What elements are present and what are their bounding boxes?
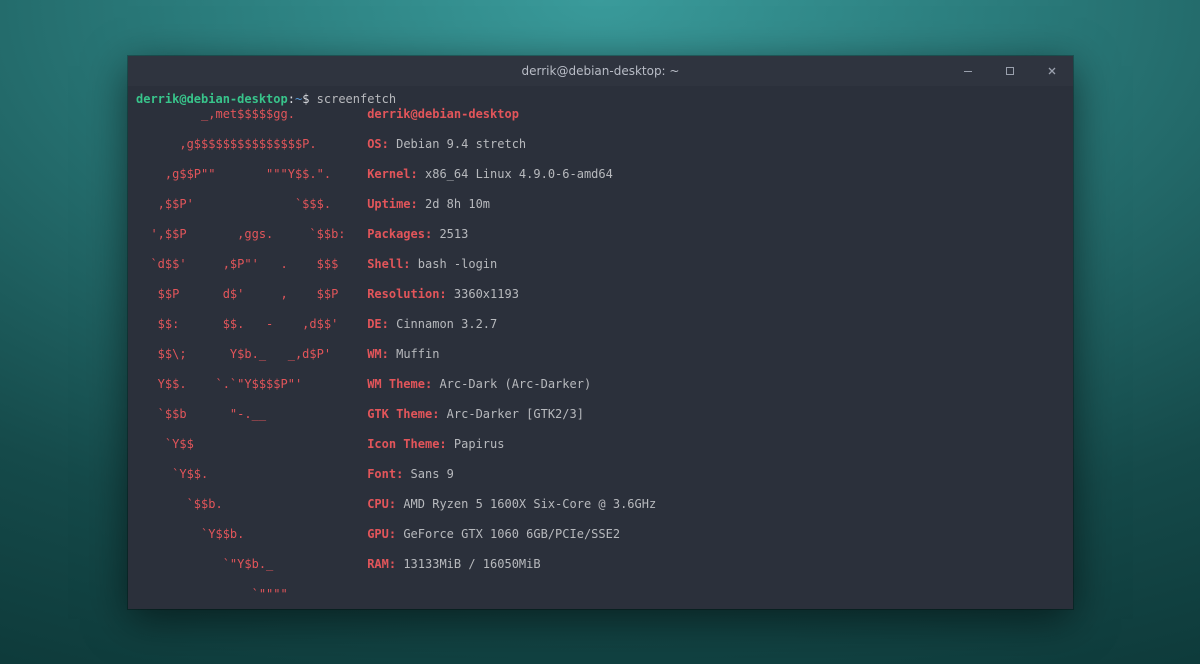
close-button[interactable] [1031,56,1073,86]
label-kernel: Kernel: [367,167,418,181]
titlebar[interactable]: derrik@debian-desktop: ~ [128,56,1073,86]
terminal-output[interactable]: derrik@debian-desktop:~$ screenfetch _,m… [128,86,1073,609]
ascii-art-line: `$$b. [136,497,367,512]
label-packages: Packages: [367,227,432,241]
ascii-art-line: `"Y$b._ [136,557,367,572]
info-at: @ [411,107,418,121]
value-wm: Muffin [396,347,439,361]
ascii-art-line: ',$$P ,ggs. `$$b: [136,227,367,242]
fetch-row-0: _,met$$$$$gg. derrik@debian-desktop [136,107,1065,122]
ascii-art-line: `Y$$b. [136,527,367,542]
fetch-row-11: `Y$$ Icon Theme: Papirus [136,437,1065,452]
ascii-art-line: $$P d$' , $$P [136,287,367,302]
value-kernel: x86_64 Linux 4.9.0-6-amd64 [425,167,613,181]
value-de: Cinnamon 3.2.7 [396,317,497,331]
fetch-row-8: $$\; Y$b._ _,d$P' WM: Muffin [136,347,1065,362]
fetch-row-3: ,$$P' `$$$. Uptime: 2d 8h 10m [136,197,1065,212]
value-font: Sans 9 [411,467,454,481]
value-icon-theme: Papirus [454,437,505,451]
value-gpu: GeForce GTX 1060 6GB/PCIe/SSE2 [403,527,620,541]
ascii-art-line: `Y$$. [136,467,367,482]
ascii-art-line: ,$$P' `$$$. [136,197,367,212]
fetch-row-14: `Y$$b. GPU: GeForce GTX 1060 6GB/PCIe/SS… [136,527,1065,542]
fetch-row-1: ,g$$$$$$$$$$$$$$$P. OS: Debian 9.4 stret… [136,137,1065,152]
fetch-row-10: `$$b "-.__ GTK Theme: Arc-Darker [GTK2/3… [136,407,1065,422]
ascii-art-line: `"""" [136,587,367,602]
command-text: screenfetch [317,92,396,106]
value-wm-theme: Arc-Dark (Arc-Darker) [439,377,591,391]
value-packages: 2513 [439,227,468,241]
fetch-row-9: Y$$. `.`"Y$$$$P"' WM Theme: Arc-Dark (Ar… [136,377,1065,392]
label-wm-theme: WM Theme: [367,377,432,391]
window-title: derrik@debian-desktop: ~ [128,64,1073,78]
fetch-row-5: `d$$' ,$P"' . $$$ Shell: bash -login [136,257,1065,272]
minimize-button[interactable] [947,56,989,86]
value-uptime: 2d 8h 10m [425,197,490,211]
minimize-icon [963,66,973,76]
ascii-art-line: $$\; Y$b._ _,d$P' [136,347,367,362]
fetch-row-16: `"""" [136,587,1065,602]
value-ram: 13133MiB / 16050MiB [403,557,540,571]
label-icon-theme: Icon Theme: [367,437,446,451]
ascii-art-line: $$: $$. - ,d$$' [136,317,367,332]
label-uptime: Uptime: [367,197,418,211]
label-font: Font: [367,467,403,481]
maximize-button[interactable] [989,56,1031,86]
value-shell: bash -login [418,257,497,271]
fetch-row-2: ,g$$P"" """Y$$.". Kernel: x86_64 Linux 4… [136,167,1065,182]
close-icon [1047,66,1057,76]
ascii-art-line: ,g$$P"" """Y$$.". [136,167,367,182]
terminal-window: derrik@debian-desktop: ~ derrik@debian-d… [128,56,1073,609]
fetch-row-7: $$: $$. - ,d$$' DE: Cinnamon 3.2.7 [136,317,1065,332]
ascii-art-line: Y$$. `.`"Y$$$$P"' [136,377,367,392]
value-resolution: 3360x1193 [454,287,519,301]
fetch-row-12: `Y$$. Font: Sans 9 [136,467,1065,482]
value-os: Debian 9.4 stretch [396,137,526,151]
prompt-user-host: derrik@debian-desktop [136,92,288,106]
ascii-art-line: `d$$' ,$P"' . $$$ [136,257,367,272]
label-gtk-theme: GTK Theme: [367,407,439,421]
info-host: debian-desktop [418,107,519,121]
ascii-art-line: ,g$$$$$$$$$$$$$$$P. [136,137,367,152]
label-shell: Shell: [367,257,410,271]
label-gpu: GPU: [367,527,396,541]
fetch-row-13: `$$b. CPU: AMD Ryzen 5 1600X Six-Core @ … [136,497,1065,512]
prompt-sep: : [288,92,295,106]
label-de: DE: [367,317,389,331]
label-cpu: CPU: [367,497,396,511]
ascii-art-line: `$$b "-.__ [136,407,367,422]
label-os: OS: [367,137,389,151]
ascii-art-line: _,met$$$$$gg. [136,107,367,122]
fetch-row-4: ',$$P ,ggs. `$$b: Packages: 2513 [136,227,1065,242]
label-wm: WM: [367,347,389,361]
fetch-row-6: $$P d$' , $$P Resolution: 3360x1193 [136,287,1065,302]
info-user: derrik [367,107,410,121]
label-ram: RAM: [367,557,396,571]
maximize-icon [1005,66,1015,76]
value-gtk-theme: Arc-Darker [GTK2/3] [447,407,584,421]
label-resolution: Resolution: [367,287,446,301]
value-cpu: AMD Ryzen 5 1600X Six-Core @ 3.6GHz [403,497,656,511]
fetch-row-15: `"Y$b._ RAM: 13133MiB / 16050MiB [136,557,1065,572]
desktop-background: derrik@debian-desktop: ~ derrik@debian-d… [0,0,1200,664]
ascii-art-line: `Y$$ [136,437,367,452]
window-controls [947,56,1073,86]
prompt-line-1: derrik@debian-desktop:~$ screenfetch [136,92,396,106]
